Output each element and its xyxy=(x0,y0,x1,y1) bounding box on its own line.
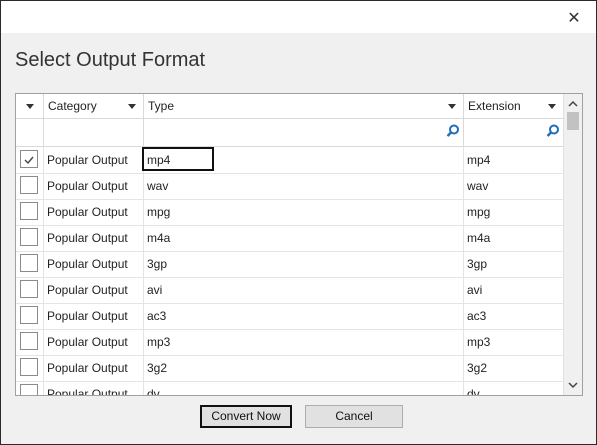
type-cell[interactable]: ac3 xyxy=(144,303,464,329)
header-type-label: Type xyxy=(148,99,175,113)
table-row[interactable]: Popular Output avi avi xyxy=(16,277,564,304)
dialog-title: Select Output Format xyxy=(15,49,206,71)
select-cell xyxy=(16,199,44,225)
select-cell xyxy=(16,147,44,173)
extension-cell: 3gp xyxy=(467,257,488,271)
type-cell[interactable]: wav xyxy=(144,173,464,199)
scrollbar-thumb[interactable] xyxy=(567,112,579,130)
type-cell[interactable]: mp3 xyxy=(144,329,464,355)
category-cell: Popular Output xyxy=(44,355,144,381)
type-cell[interactable]: mp4 xyxy=(144,147,464,173)
table-row[interactable]: Popular Output wav wav xyxy=(16,173,564,200)
format-grid: Category Type Extension Popular Output m… xyxy=(15,93,583,396)
extension-cell: avi xyxy=(467,283,483,297)
category-cell: Popular Output xyxy=(44,277,144,303)
type-cell[interactable]: 3gp xyxy=(144,251,464,277)
category-cell: Popular Output xyxy=(44,147,144,173)
row-checkbox[interactable] xyxy=(20,384,38,395)
select-cell xyxy=(16,381,44,395)
table-row[interactable]: Popular Output m4a m4a xyxy=(16,225,564,252)
table-row[interactable]: Popular Output mp3 mp3 xyxy=(16,329,564,356)
close-button[interactable]: ✕ xyxy=(564,9,584,29)
row-checkbox[interactable] xyxy=(20,228,38,246)
cancel-button[interactable]: Cancel xyxy=(305,405,403,428)
select-cell xyxy=(16,277,44,303)
row-checkbox[interactable] xyxy=(20,176,38,194)
header-category[interactable]: Category xyxy=(44,94,144,118)
category-cell: Popular Output xyxy=(44,303,144,329)
header-extension-label: Extension xyxy=(468,99,521,113)
row-checkbox[interactable] xyxy=(20,280,38,298)
select-cell xyxy=(16,303,44,329)
type-cell[interactable]: m4a xyxy=(144,225,464,251)
select-cell xyxy=(16,173,44,199)
vertical-scrollbar[interactable] xyxy=(563,94,582,395)
table-row[interactable]: Popular Output dv dv xyxy=(16,381,564,396)
grid-header: Category Type Extension xyxy=(16,94,564,119)
extension-cell: ac3 xyxy=(467,309,487,323)
table-row[interactable]: Popular Output mp4 mp4 xyxy=(16,147,564,174)
extension-cell: mp4 xyxy=(467,153,491,167)
filter-row xyxy=(16,118,564,147)
row-checkbox[interactable] xyxy=(20,358,38,376)
header-extension[interactable]: Extension xyxy=(464,94,564,118)
type-cell[interactable]: dv xyxy=(144,381,464,395)
category-cell: Popular Output xyxy=(44,329,144,355)
column-menu-icon[interactable] xyxy=(128,104,136,109)
column-menu-icon[interactable] xyxy=(26,104,34,109)
row-checkbox[interactable] xyxy=(20,202,38,220)
table-row[interactable]: Popular Output 3g2 3g2 xyxy=(16,355,564,382)
dialog-window: ✕ Select Output Format Category Type Ext… xyxy=(0,0,597,445)
extension-cell: mpg xyxy=(467,205,491,219)
header-type[interactable]: Type xyxy=(144,94,464,118)
table-row[interactable]: Popular Output ac3 ac3 xyxy=(16,303,564,330)
select-cell xyxy=(16,251,44,277)
row-checkbox[interactable] xyxy=(20,306,38,324)
scroll-up-icon[interactable] xyxy=(567,98,579,110)
extension-cell: 3g2 xyxy=(467,361,488,375)
column-menu-icon[interactable] xyxy=(448,104,456,109)
table-row[interactable]: Popular Output mpg mpg xyxy=(16,199,564,226)
title-bar: ✕ xyxy=(1,1,596,33)
filter-cell-type[interactable] xyxy=(144,118,464,146)
close-icon: ✕ xyxy=(567,10,581,27)
check-icon xyxy=(24,156,34,165)
category-cell: Popular Output xyxy=(44,199,144,225)
filter-cell-select xyxy=(16,118,44,146)
row-checkbox[interactable] xyxy=(20,150,38,168)
search-icon[interactable] xyxy=(546,124,560,138)
search-icon[interactable] xyxy=(446,124,460,138)
table-row[interactable]: Popular Output 3gp 3gp xyxy=(16,251,564,278)
extension-cell: dv xyxy=(467,387,480,396)
header-category-label: Category xyxy=(48,99,97,113)
column-menu-icon[interactable] xyxy=(548,104,556,109)
row-checkbox[interactable] xyxy=(20,332,38,350)
extension-cell: m4a xyxy=(467,231,491,245)
convert-now-button[interactable]: Convert Now xyxy=(200,405,292,428)
category-cell: Popular Output xyxy=(44,251,144,277)
type-cell[interactable]: mpg xyxy=(144,199,464,225)
filter-cell-extension[interactable] xyxy=(464,118,564,146)
extension-cell: mp3 xyxy=(467,335,491,349)
header-select-column[interactable] xyxy=(16,94,44,118)
category-cell: Popular Output xyxy=(44,173,144,199)
select-cell xyxy=(16,225,44,251)
type-cell[interactable]: avi xyxy=(144,277,464,303)
category-cell: Popular Output xyxy=(44,381,144,395)
select-cell xyxy=(16,355,44,381)
row-checkbox[interactable] xyxy=(20,254,38,272)
category-cell: Popular Output xyxy=(44,225,144,251)
filter-cell-category[interactable] xyxy=(44,118,144,146)
scroll-down-icon[interactable] xyxy=(567,379,579,391)
type-cell[interactable]: 3g2 xyxy=(144,355,464,381)
extension-cell: wav xyxy=(467,179,489,193)
select-cell xyxy=(16,329,44,355)
